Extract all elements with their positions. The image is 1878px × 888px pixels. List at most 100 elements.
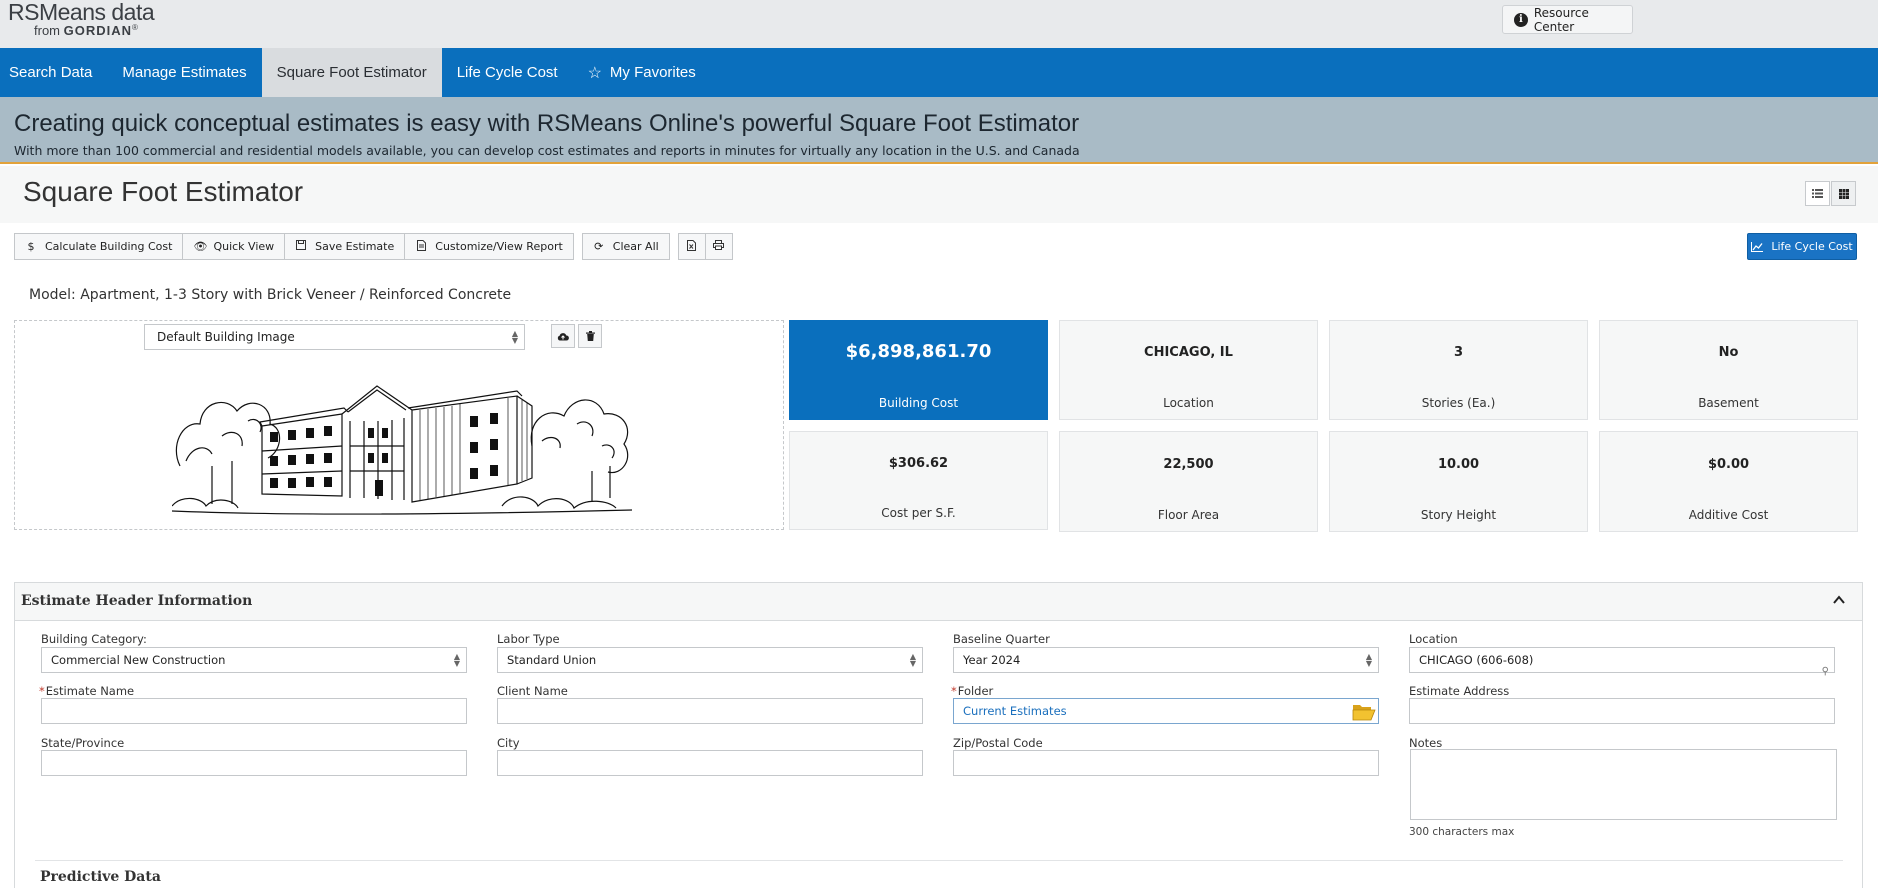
nav-label: Manage Estimates bbox=[122, 64, 247, 81]
nav-manage-estimates[interactable]: Manage Estimates bbox=[107, 48, 261, 97]
button-label: Life Cycle Cost bbox=[1771, 240, 1853, 253]
labor-type-select[interactable]: Standard Union ▲ ▼ bbox=[497, 647, 923, 673]
nav-square-foot-estimator[interactable]: Square Foot Estimator bbox=[261, 48, 442, 97]
story-height-card: 10.00 Story Height bbox=[1329, 431, 1588, 532]
stories-card: 3 Stories (Ea.) bbox=[1329, 320, 1588, 420]
trash-icon bbox=[585, 331, 595, 341]
life-cycle-cost-button[interactable]: Life Cycle Cost bbox=[1747, 233, 1857, 260]
map-pin-icon: ⚲ bbox=[1821, 666, 1829, 677]
section-title: Estimate Header Information bbox=[21, 593, 253, 609]
state-province-input[interactable] bbox=[41, 750, 467, 776]
cost-per-sf-value: $306.62 bbox=[888, 456, 949, 471]
floor-area-label: Floor Area bbox=[1157, 508, 1220, 522]
top-bar: RSMeans data from GORDIAN® i Resource Ce… bbox=[0, 0, 1878, 48]
nav-life-cycle-cost[interactable]: Life Cycle Cost bbox=[442, 48, 573, 97]
export-excel-button[interactable] bbox=[677, 233, 706, 260]
nav-search-data[interactable]: Search Data bbox=[0, 48, 107, 97]
folder-open-icon[interactable] bbox=[1352, 702, 1376, 721]
delete-image-button[interactable] bbox=[578, 324, 602, 348]
notes-label: Notes bbox=[1409, 736, 1443, 750]
estimate-name-input[interactable] bbox=[41, 698, 467, 724]
resource-center-button[interactable]: i Resource Center bbox=[1502, 5, 1633, 34]
list-view-button[interactable] bbox=[1805, 181, 1830, 206]
building-image-select[interactable]: Default Building Image ▲ ▼ bbox=[144, 324, 525, 350]
rsmeans-logo[interactable]: RSMeans data from GORDIAN® bbox=[8, 0, 155, 38]
quick-view-button[interactable]: 👁 Quick View bbox=[182, 233, 286, 260]
additive-cost-value: $0.00 bbox=[1707, 457, 1750, 472]
model-description: Model: Apartment, 1-3 Story with Brick V… bbox=[29, 287, 512, 303]
location-card: CHICAGO, IL Location bbox=[1059, 320, 1318, 420]
upload-image-button[interactable] bbox=[551, 324, 575, 348]
notes-char-limit: 300 characters max bbox=[1409, 826, 1515, 838]
story-height-value: 10.00 bbox=[1437, 457, 1480, 472]
logo-from: from bbox=[34, 23, 60, 38]
location-field-label: Location bbox=[1409, 632, 1458, 646]
labor-type-label: Labor Type bbox=[497, 632, 560, 646]
select-arrows-icon: ▲ ▼ bbox=[909, 652, 916, 668]
print-icon bbox=[713, 240, 725, 253]
building-image-panel: Default Building Image ▲ ▼ bbox=[14, 320, 784, 530]
predictive-data-heading: Predictive Data bbox=[40, 869, 161, 885]
nav-my-favorites[interactable]: ☆ My Favorites bbox=[573, 48, 711, 97]
button-label: Calculate Building Cost bbox=[45, 240, 173, 253]
location-label: Location bbox=[1163, 396, 1214, 410]
list-view-icon bbox=[1812, 189, 1823, 198]
select-value: Commercial New Construction bbox=[51, 653, 226, 667]
baseline-quarter-select[interactable]: Year 2024 ▲ ▼ bbox=[953, 647, 1379, 673]
estimate-name-label: *Estimate Name bbox=[39, 684, 134, 698]
line-chart-icon bbox=[1751, 241, 1764, 252]
baseline-quarter-label: Baseline Quarter bbox=[953, 632, 1050, 646]
zip-label: Zip/Postal Code bbox=[953, 736, 1043, 750]
building-cost-card: $6,898,861.70 Building Cost bbox=[789, 320, 1048, 420]
save-estimate-button[interactable]: Save Estimate bbox=[284, 233, 406, 260]
button-label: Quick View bbox=[213, 240, 275, 253]
nav-label: My Favorites bbox=[609, 64, 696, 81]
logo-main-text: RSMeans data bbox=[8, 0, 155, 25]
cost-per-sf-label: Cost per S.F. bbox=[881, 506, 956, 520]
page-title: Square Foot Estimator bbox=[23, 176, 304, 207]
label-text: Estimate Name bbox=[45, 684, 135, 698]
stories-label: Stories (Ea.) bbox=[1421, 396, 1496, 410]
print-button[interactable] bbox=[704, 233, 733, 260]
section-header[interactable]: Estimate Header Information bbox=[15, 583, 1862, 621]
chevron-up-icon[interactable] bbox=[1832, 593, 1846, 607]
promo-banner: Creating quick conceptual estimates is e… bbox=[0, 97, 1878, 164]
basement-card: No Basement bbox=[1599, 320, 1858, 420]
additive-cost-card: $0.00 Additive Cost bbox=[1599, 431, 1858, 532]
select-value: Year 2024 bbox=[963, 653, 1021, 667]
button-label: Save Estimate bbox=[315, 240, 395, 253]
location-field-value: CHICAGO (606-608) bbox=[1419, 653, 1534, 667]
info-icon: i bbox=[1514, 12, 1528, 27]
banner-subtitle: With more than 100 commercial and reside… bbox=[14, 143, 1080, 158]
city-label: City bbox=[497, 736, 520, 750]
state-province-label: State/Province bbox=[41, 736, 125, 750]
notes-textarea[interactable] bbox=[1410, 749, 1837, 820]
calculate-building-cost-button[interactable]: $ Calculate Building Cost bbox=[14, 233, 184, 260]
zip-input[interactable] bbox=[953, 750, 1379, 776]
folder-input[interactable]: Current Estimates bbox=[953, 698, 1379, 724]
required-marker: * bbox=[951, 684, 957, 698]
select-value: Standard Union bbox=[507, 653, 597, 667]
dollar-icon: $ bbox=[27, 240, 35, 253]
estimate-address-label: Estimate Address bbox=[1409, 684, 1510, 698]
estimate-address-input[interactable] bbox=[1409, 698, 1835, 724]
logo-sub-text: from GORDIAN® bbox=[34, 23, 138, 38]
client-name-input[interactable] bbox=[497, 698, 923, 724]
customize-view-report-button[interactable]: Customize/View Report bbox=[404, 233, 574, 260]
nav-label: Search Data bbox=[9, 64, 93, 81]
required-marker: * bbox=[39, 684, 45, 698]
nav-label: Life Cycle Cost bbox=[456, 64, 558, 81]
city-input[interactable] bbox=[497, 750, 923, 776]
building-category-select[interactable]: Commercial New Construction ▲ ▼ bbox=[41, 647, 467, 673]
banner-title: Creating quick conceptual estimates is e… bbox=[14, 110, 1080, 137]
basement-value: No bbox=[1718, 345, 1739, 360]
folder-label: *Folder bbox=[951, 684, 993, 698]
select-arrows-icon: ▲ ▼ bbox=[511, 329, 518, 345]
nav-label: Square Foot Estimator bbox=[276, 64, 427, 81]
grid-view-button[interactable] bbox=[1831, 181, 1856, 206]
story-height-label: Story Height bbox=[1420, 508, 1497, 522]
excel-file-icon bbox=[686, 239, 698, 254]
location-field[interactable]: CHICAGO (606-608) ⚲ bbox=[1409, 647, 1835, 677]
resource-center-label: Resource Center bbox=[1533, 5, 1589, 34]
clear-all-button[interactable]: ⟳ Clear All bbox=[581, 233, 670, 260]
